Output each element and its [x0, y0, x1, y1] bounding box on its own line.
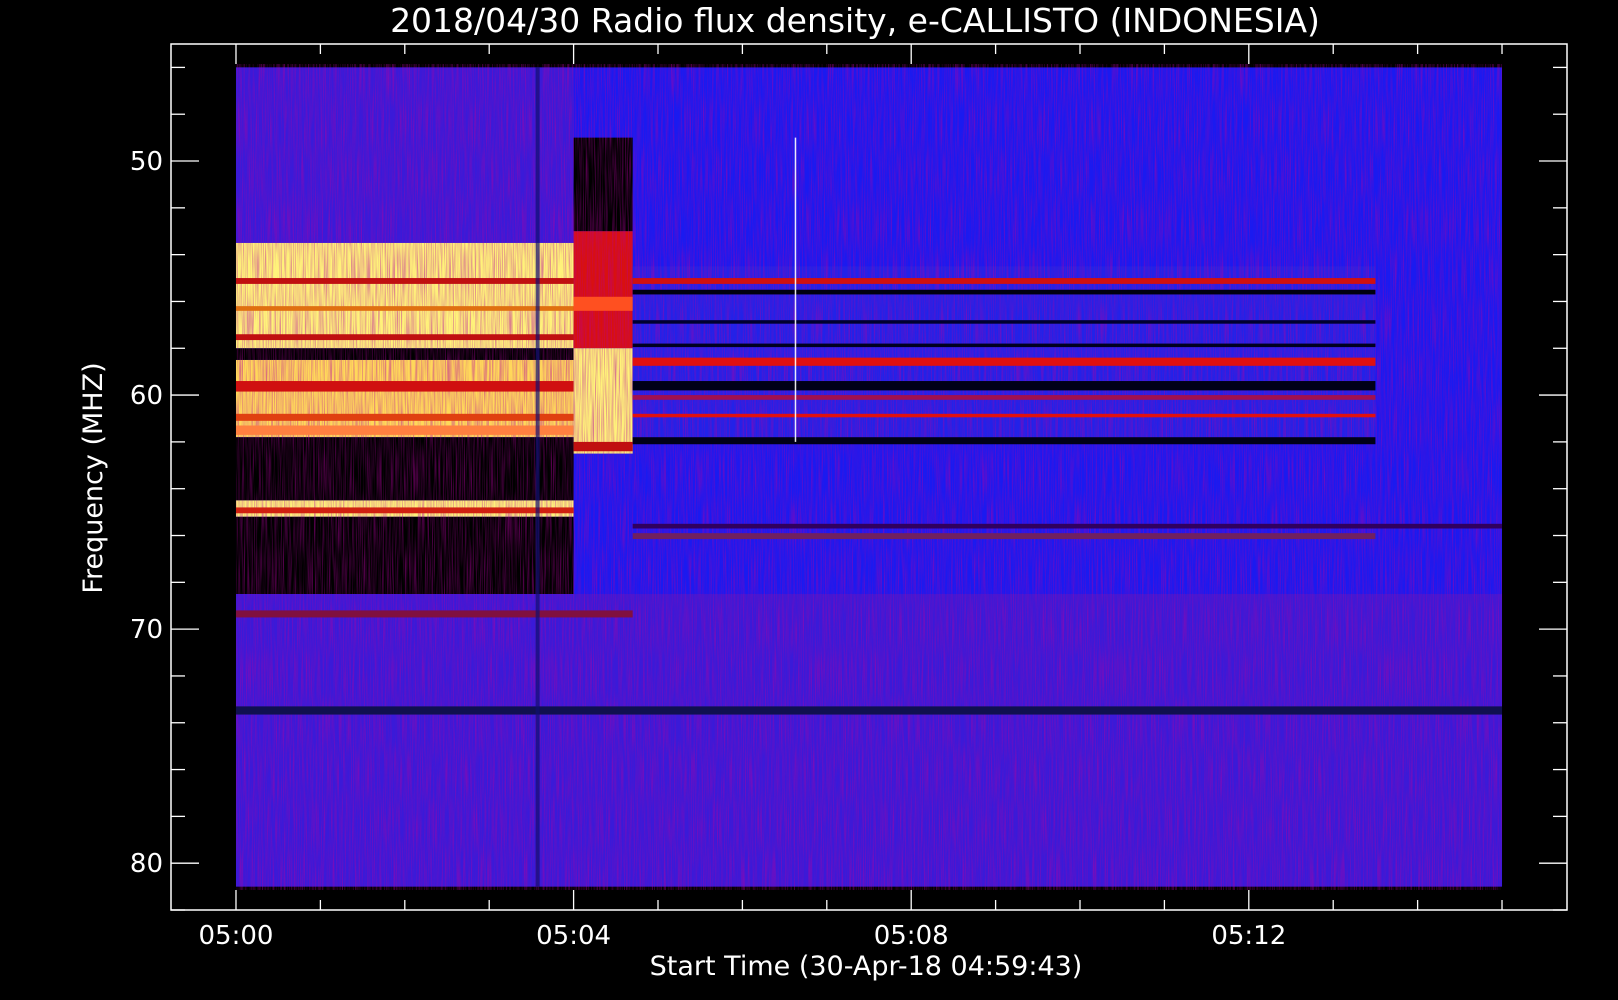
- frequency-stripe: [632, 533, 1376, 540]
- x-tick-label: 05:00: [199, 921, 274, 951]
- frequency-stripe: [632, 320, 1376, 324]
- frequency-stripe: [235, 507, 574, 514]
- y-tick-label: 60: [130, 381, 163, 411]
- spectrogram-chart: 05:00 05:04 05:08 05:12 50 60 70 80 2018/04/30 …: [0, 0, 1618, 1000]
- x-tick-label: 05:08: [874, 921, 949, 951]
- burst-spike: [794, 137, 797, 442]
- frequency-stripe: [235, 425, 574, 435]
- frequency-stripe: [235, 706, 1503, 715]
- frequency-stripe: [235, 610, 633, 618]
- frequency-stripe: [235, 381, 574, 392]
- y-axis-label: Frequency (MHZ): [78, 362, 109, 593]
- frequency-stripe: [235, 413, 574, 421]
- frequency-stripe: [573, 441, 633, 452]
- x-tick-label: 05:04: [536, 921, 611, 951]
- frequency-stripe: [632, 343, 1376, 348]
- chart-title: 2018/04/30 Radio flux density, e-CALLIST…: [390, 1, 1320, 40]
- x-tick-label: 05:12: [1211, 921, 1286, 951]
- vertical-lane: [535, 67, 540, 887]
- frequency-stripe: [235, 306, 574, 311]
- frequency-stripe: [632, 523, 1503, 529]
- frequency-stripe: [573, 296, 633, 311]
- frequency-stripe: [632, 381, 1376, 391]
- frequency-stripe: [632, 357, 1376, 366]
- frequency-stripe: [632, 278, 1376, 284]
- x-axis-label: Start Time (30-Apr-18 04:59:43): [650, 951, 1083, 982]
- frequency-stripe: [235, 278, 574, 284]
- y-tick-label: 50: [130, 147, 163, 177]
- frequency-stripe: [632, 413, 1376, 418]
- y-tick-label: 80: [130, 849, 163, 879]
- y-tick-label: 70: [130, 615, 163, 645]
- frequency-stripe: [632, 395, 1376, 400]
- frequency-stripe: [632, 437, 1376, 445]
- noise-overlay: [236, 64, 1502, 890]
- frequency-stripe: [632, 289, 1376, 295]
- frequency-stripe: [235, 334, 574, 341]
